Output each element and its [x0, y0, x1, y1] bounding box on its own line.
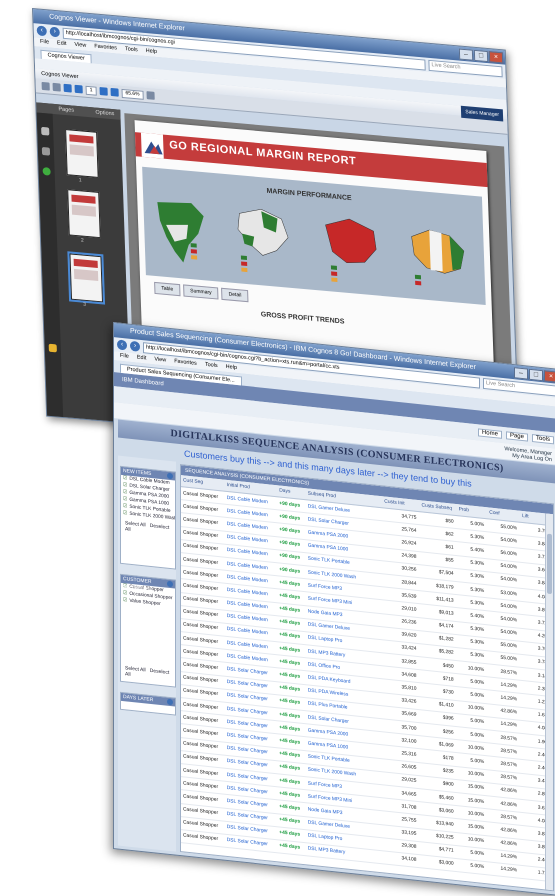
page-thumbnail[interactable] — [65, 128, 99, 178]
zoom-out-icon[interactable] — [99, 86, 108, 96]
nav-rail — [36, 112, 64, 417]
page-number: 1 — [78, 177, 82, 184]
back-button[interactable]: ‹ — [36, 25, 47, 37]
report-tab-table[interactable]: Table — [154, 281, 181, 297]
attachment-icon[interactable] — [48, 343, 57, 353]
page-number: 2 — [80, 237, 84, 244]
menu-view[interactable]: View — [74, 41, 86, 51]
fit-page-icon[interactable] — [146, 91, 155, 100]
table-cell: 14.29% — [487, 861, 521, 879]
trends-section-title: GROSS PROFIT TRENDS — [260, 311, 345, 326]
save-icon[interactable] — [52, 82, 61, 92]
table-cell: $3,000 — [419, 854, 457, 872]
bookmarks-icon[interactable] — [41, 146, 51, 156]
print-icon[interactable] — [41, 81, 50, 91]
back-button[interactable]: ‹ — [117, 339, 127, 351]
signature-icon[interactable] — [42, 167, 51, 176]
selection-buttons: Select All Deselect All — [121, 662, 175, 685]
zoom-select[interactable]: 65.6% — [121, 88, 144, 100]
days-later-box: DAYS LATER — [120, 691, 176, 716]
days-later-header: DAYS LATER — [121, 692, 175, 707]
maximize-icon[interactable]: □ — [473, 49, 489, 63]
vertical-scrollbar[interactable] — [545, 513, 553, 891]
page-number: 3 — [83, 301, 87, 308]
prev-page-icon[interactable] — [63, 83, 72, 93]
forward-button[interactable]: › — [49, 26, 60, 38]
filter-panel: NEW ITEMS DSL Cable Modem DSL Solar Char… — [118, 455, 176, 852]
company-logo — [140, 132, 164, 159]
close-icon[interactable]: × — [544, 370, 555, 383]
table-body: Casual Shopper DSL Cable Modem +90 days DSL… — [181, 486, 553, 882]
segments-box: CUSTOMER SEGMENTS Casual Shopper Occasio… — [120, 573, 176, 688]
menu-help[interactable]: Help — [146, 47, 158, 57]
report-tab-detail[interactable]: Detail — [221, 287, 249, 303]
zoom-in-icon[interactable] — [110, 87, 119, 97]
menu-file[interactable]: File — [120, 352, 129, 362]
menu-edit[interactable]: Edit — [57, 39, 67, 49]
home-button[interactable]: Home — [477, 428, 502, 439]
menu-favorites[interactable]: Favorites — [94, 42, 117, 53]
close-icon[interactable]: × — [488, 51, 504, 64]
page-thumbnail[interactable] — [67, 251, 106, 305]
new-items-box: NEW ITEMS DSL Cable Modem DSL Solar Char… — [120, 465, 176, 570]
table-cell: +45 days — [277, 839, 306, 856]
asia-map — [325, 218, 377, 282]
pages-icon[interactable] — [41, 126, 50, 136]
next-page-icon[interactable] — [74, 84, 83, 94]
europe-map — [237, 208, 289, 273]
collapse-icon[interactable] — [167, 698, 173, 706]
page-thumbnail[interactable] — [67, 189, 101, 239]
sequence-table: Cust Seg Initial Prod Days Subseq Prod Custs… — [181, 475, 553, 882]
pages-panel-title: Pages — [58, 106, 75, 114]
menu-help[interactable]: Help — [226, 363, 237, 373]
minimize-icon[interactable]: – — [514, 367, 528, 380]
menu-file[interactable]: File — [40, 38, 49, 48]
page-number-field[interactable]: 1 — [85, 85, 97, 96]
collapse-icon[interactable] — [167, 580, 173, 588]
north-america-map — [157, 202, 204, 263]
tools-menu[interactable]: Tools — [531, 434, 554, 445]
table-cell: 5.00% — [456, 858, 488, 875]
menu-tools[interactable]: Tools — [125, 45, 138, 55]
maximize-icon[interactable]: □ — [529, 368, 543, 382]
report-tabs: Table Summary Detail — [154, 281, 249, 303]
minimize-icon[interactable]: – — [458, 48, 474, 61]
page-menu[interactable]: Page — [505, 431, 528, 442]
forward-button[interactable]: › — [130, 340, 140, 352]
table-cell: 34,108 — [382, 850, 420, 868]
menu-tools[interactable]: Tools — [205, 361, 218, 371]
menu-view[interactable]: View — [154, 355, 166, 365]
app-tab[interactable]: Cognos Viewer — [41, 71, 78, 80]
options-menu[interactable]: Options — [95, 108, 114, 120]
app-name: IBM Dashboard — [122, 376, 164, 388]
australia-map — [411, 229, 465, 286]
menu-edit[interactable]: Edit — [137, 354, 146, 364]
report-tab-summary[interactable]: Summary — [183, 284, 219, 300]
dashboard-window: Product Sales Sequencing (Consumer Elect… — [113, 322, 555, 896]
scroll-thumb[interactable] — [547, 533, 552, 595]
sequence-grid: SEQUENCE ANALYSIS (CONSUMER ELECTRONICS)… — [180, 464, 554, 892]
segments-header: CUSTOMER SEGMENTS — [121, 574, 175, 593]
collapse-icon[interactable] — [167, 472, 173, 480]
